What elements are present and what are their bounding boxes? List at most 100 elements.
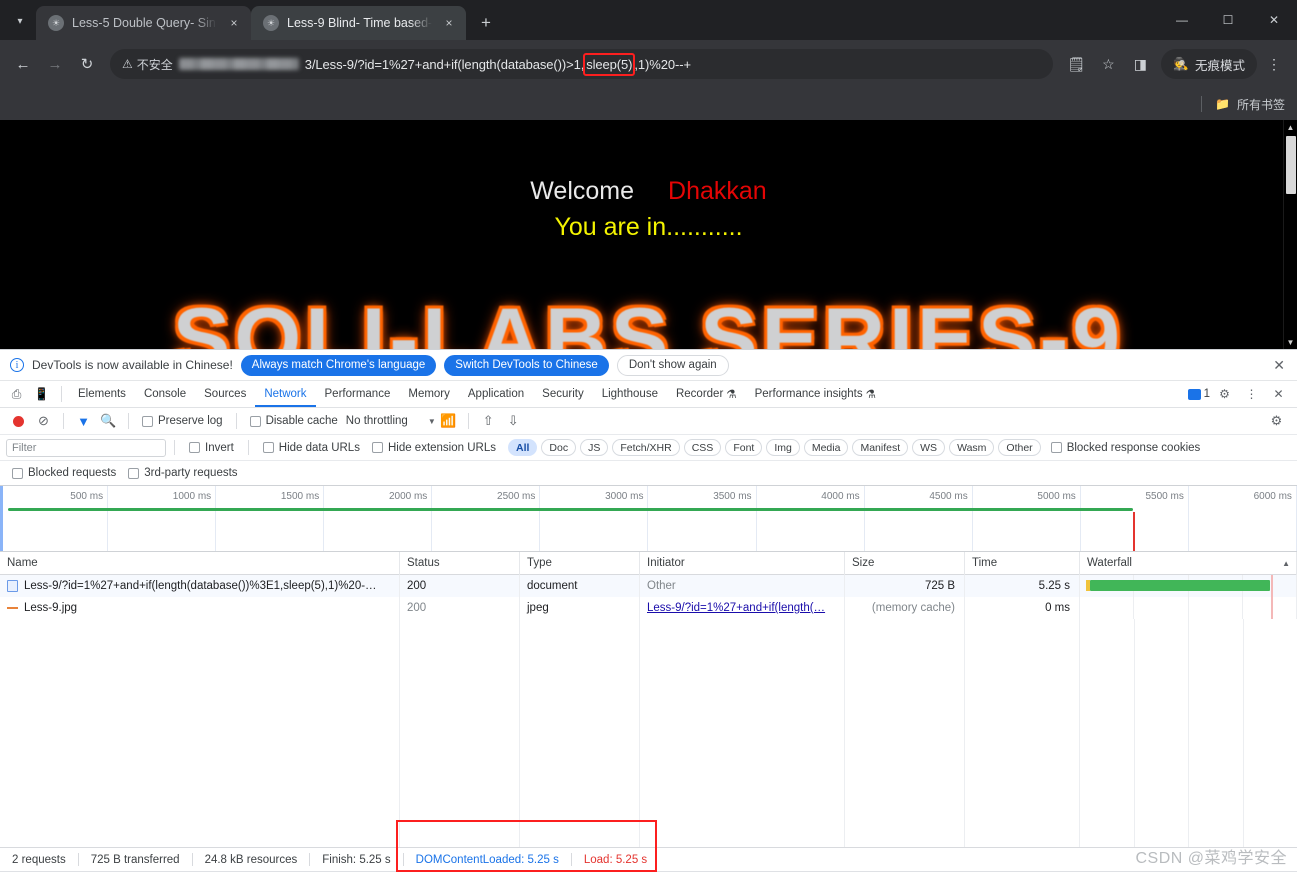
devtools-tabbar-right: 1 ⚙ ⋮ ✕: [1187, 382, 1297, 406]
tick-label: 2000 ms: [388, 491, 428, 502]
column-header-time[interactable]: Time: [965, 552, 1080, 575]
funnel-icon[interactable]: ▼: [71, 409, 96, 433]
tab-network[interactable]: Network: [255, 381, 315, 407]
incognito-indicator[interactable]: 🕵 无痕模式: [1161, 49, 1257, 79]
close-devtools-icon[interactable]: ✕: [1266, 382, 1291, 406]
cell-initiator-link[interactable]: Less-9/?id=1%27+and+if(length(…: [647, 602, 825, 614]
close-window-button[interactable]: ✕: [1251, 0, 1297, 40]
network-filter-row: Filter Invert Hide data URLs Hide extens…: [0, 435, 1297, 461]
scrollbar-thumb[interactable]: [1286, 136, 1296, 194]
column-header-initiator[interactable]: Initiator: [640, 552, 845, 575]
filter-chip-wasm[interactable]: Wasm: [949, 439, 995, 456]
kebab-menu-icon[interactable]: ⋮: [1239, 382, 1264, 406]
search-icon[interactable]: 🔍: [96, 409, 121, 433]
close-icon[interactable]: ×: [225, 14, 243, 32]
favicon-icon: ☀: [263, 15, 279, 31]
filter-chip-css[interactable]: CSS: [683, 439, 722, 456]
filter-input[interactable]: Filter: [6, 438, 166, 457]
dont-show-again-button[interactable]: Don't show again: [616, 354, 729, 376]
filter-chip-ws[interactable]: WS: [912, 439, 946, 456]
tab-memory[interactable]: Memory: [399, 381, 459, 407]
scroll-up-icon[interactable]: ▲: [1284, 120, 1297, 134]
all-bookmarks-label[interactable]: 所有书签: [1237, 96, 1285, 113]
filter-chip-other[interactable]: Other: [998, 439, 1041, 456]
filter-chip-media[interactable]: Media: [803, 439, 849, 456]
blocked-requests-checkbox[interactable]: Blocked requests: [6, 467, 122, 479]
browser-tab-1[interactable]: ☀ Less-5 Double Query- Single ×: [36, 6, 251, 40]
table-row[interactable]: Less-9.jpg 200 jpeg Less-9/?id=1%27+and+…: [0, 597, 1297, 619]
maximize-button[interactable]: ☐: [1205, 0, 1251, 40]
third-party-requests-checkbox[interactable]: 3rd-party requests: [122, 467, 243, 479]
clear-circle-icon[interactable]: ⊘: [31, 409, 56, 433]
browser-tab-2[interactable]: ☀ Less-9 Blind- Time based- Si ×: [251, 6, 466, 40]
status-transferred: 725 B transferred: [90, 853, 180, 866]
new-tab-button[interactable]: +: [472, 8, 500, 36]
column-header-waterfall[interactable]: Waterfall ▲: [1080, 552, 1297, 575]
tab-application[interactable]: Application: [459, 381, 533, 407]
hide-extension-urls-checkbox[interactable]: Hide extension URLs: [366, 442, 502, 454]
tab-lighthouse[interactable]: Lighthouse: [593, 381, 667, 407]
status-resources: 24.8 kB resources: [204, 853, 298, 866]
tab-search-icon[interactable]: ▾: [6, 7, 34, 35]
filter-chip-fetch-xhr[interactable]: Fetch/XHR: [612, 439, 680, 456]
switch-to-chinese-button[interactable]: Switch DevTools to Chinese: [444, 354, 609, 376]
filter-chip-img[interactable]: Img: [766, 439, 800, 456]
minimize-button[interactable]: —: [1159, 0, 1205, 40]
preserve-log-checkbox[interactable]: Preserve log: [136, 415, 229, 427]
tab-security[interactable]: Security: [533, 381, 593, 407]
kebab-menu-icon[interactable]: ⋮: [1259, 49, 1289, 79]
filter-chip-doc[interactable]: Doc: [541, 439, 577, 456]
tab-recorder[interactable]: Recorder ⚗: [667, 381, 746, 407]
back-icon[interactable]: ←: [8, 49, 38, 79]
address-bar[interactable]: ⚠ 不安全 3/Less-9/?id=1%27+and+if(length(da…: [110, 49, 1054, 79]
tab-elements[interactable]: Elements: [69, 381, 135, 407]
gear-icon[interactable]: ⚙: [1264, 409, 1289, 433]
translate-icon[interactable]: 🗒: [1061, 49, 1091, 79]
username-text: Dhakkan: [668, 177, 767, 205]
invert-checkbox[interactable]: Invert: [183, 442, 240, 454]
forward-icon[interactable]: →: [40, 49, 70, 79]
tab-console[interactable]: Console: [135, 381, 195, 407]
filter-chip-js[interactable]: JS: [580, 439, 609, 456]
table-row[interactable]: Less-9/?id=1%27+and+if(length(database()…: [0, 575, 1297, 597]
hide-data-urls-checkbox[interactable]: Hide data URLs: [257, 442, 366, 454]
tab-sources[interactable]: Sources: [195, 381, 255, 407]
side-panel-icon[interactable]: ◨: [1125, 49, 1155, 79]
site-security-indicator[interactable]: ⚠ 不安全: [122, 56, 173, 73]
reload-icon[interactable]: ↻: [72, 49, 102, 79]
tab-performance-insights[interactable]: Performance insights ⚗: [746, 381, 885, 407]
cell-name[interactable]: Less-9.jpg: [0, 597, 400, 619]
device-toolbar-icon[interactable]: 📱: [29, 382, 54, 406]
cell-name[interactable]: Less-9/?id=1%27+and+if(length(database()…: [0, 575, 400, 597]
close-icon[interactable]: ✕: [1273, 357, 1287, 374]
cell-initiator[interactable]: Less-9/?id=1%27+and+if(length(…: [640, 597, 845, 619]
message-count[interactable]: 1: [1187, 388, 1210, 400]
page-scrollbar[interactable]: ▲ ▼: [1283, 120, 1297, 349]
filter-chip-all[interactable]: All: [507, 439, 538, 456]
inspect-cursor-icon[interactable]: ⎙: [4, 382, 29, 406]
ruler-tick: 4500 ms: [865, 486, 973, 551]
disable-cache-checkbox[interactable]: Disable cache: [244, 415, 344, 427]
close-icon[interactable]: ×: [440, 14, 458, 32]
scroll-down-icon[interactable]: ▼: [1284, 335, 1297, 349]
throttling-select[interactable]: No throttling ▼: [344, 415, 436, 427]
filter-chip-manifest[interactable]: Manifest: [852, 439, 909, 456]
column-header-size[interactable]: Size: [845, 552, 965, 575]
ruler-tick: 1500 ms: [216, 486, 325, 551]
column-header-name[interactable]: Name: [0, 552, 400, 575]
column-header-type[interactable]: Type: [520, 552, 640, 575]
column-header-status[interactable]: Status: [400, 552, 520, 575]
import-har-icon[interactable]: ⇧: [476, 409, 501, 433]
tab-performance-insights-label: Performance insights: [754, 388, 863, 400]
star-icon[interactable]: ☆: [1093, 49, 1123, 79]
record-stop-icon[interactable]: [6, 409, 31, 433]
blocked-response-cookies-checkbox[interactable]: Blocked response cookies: [1045, 442, 1207, 454]
export-har-icon[interactable]: ⇩: [501, 409, 526, 433]
checkbox-icon: [189, 442, 200, 453]
network-overview-timeline[interactable]: 500 ms 1000 ms 1500 ms 2000 ms 2500 ms 3…: [0, 486, 1297, 552]
filter-chip-font[interactable]: Font: [725, 439, 763, 456]
wifi-icon[interactable]: 📶: [436, 409, 461, 433]
gear-icon[interactable]: ⚙: [1212, 382, 1237, 406]
always-match-language-button[interactable]: Always match Chrome's language: [240, 354, 437, 376]
tab-performance[interactable]: Performance: [316, 381, 400, 407]
